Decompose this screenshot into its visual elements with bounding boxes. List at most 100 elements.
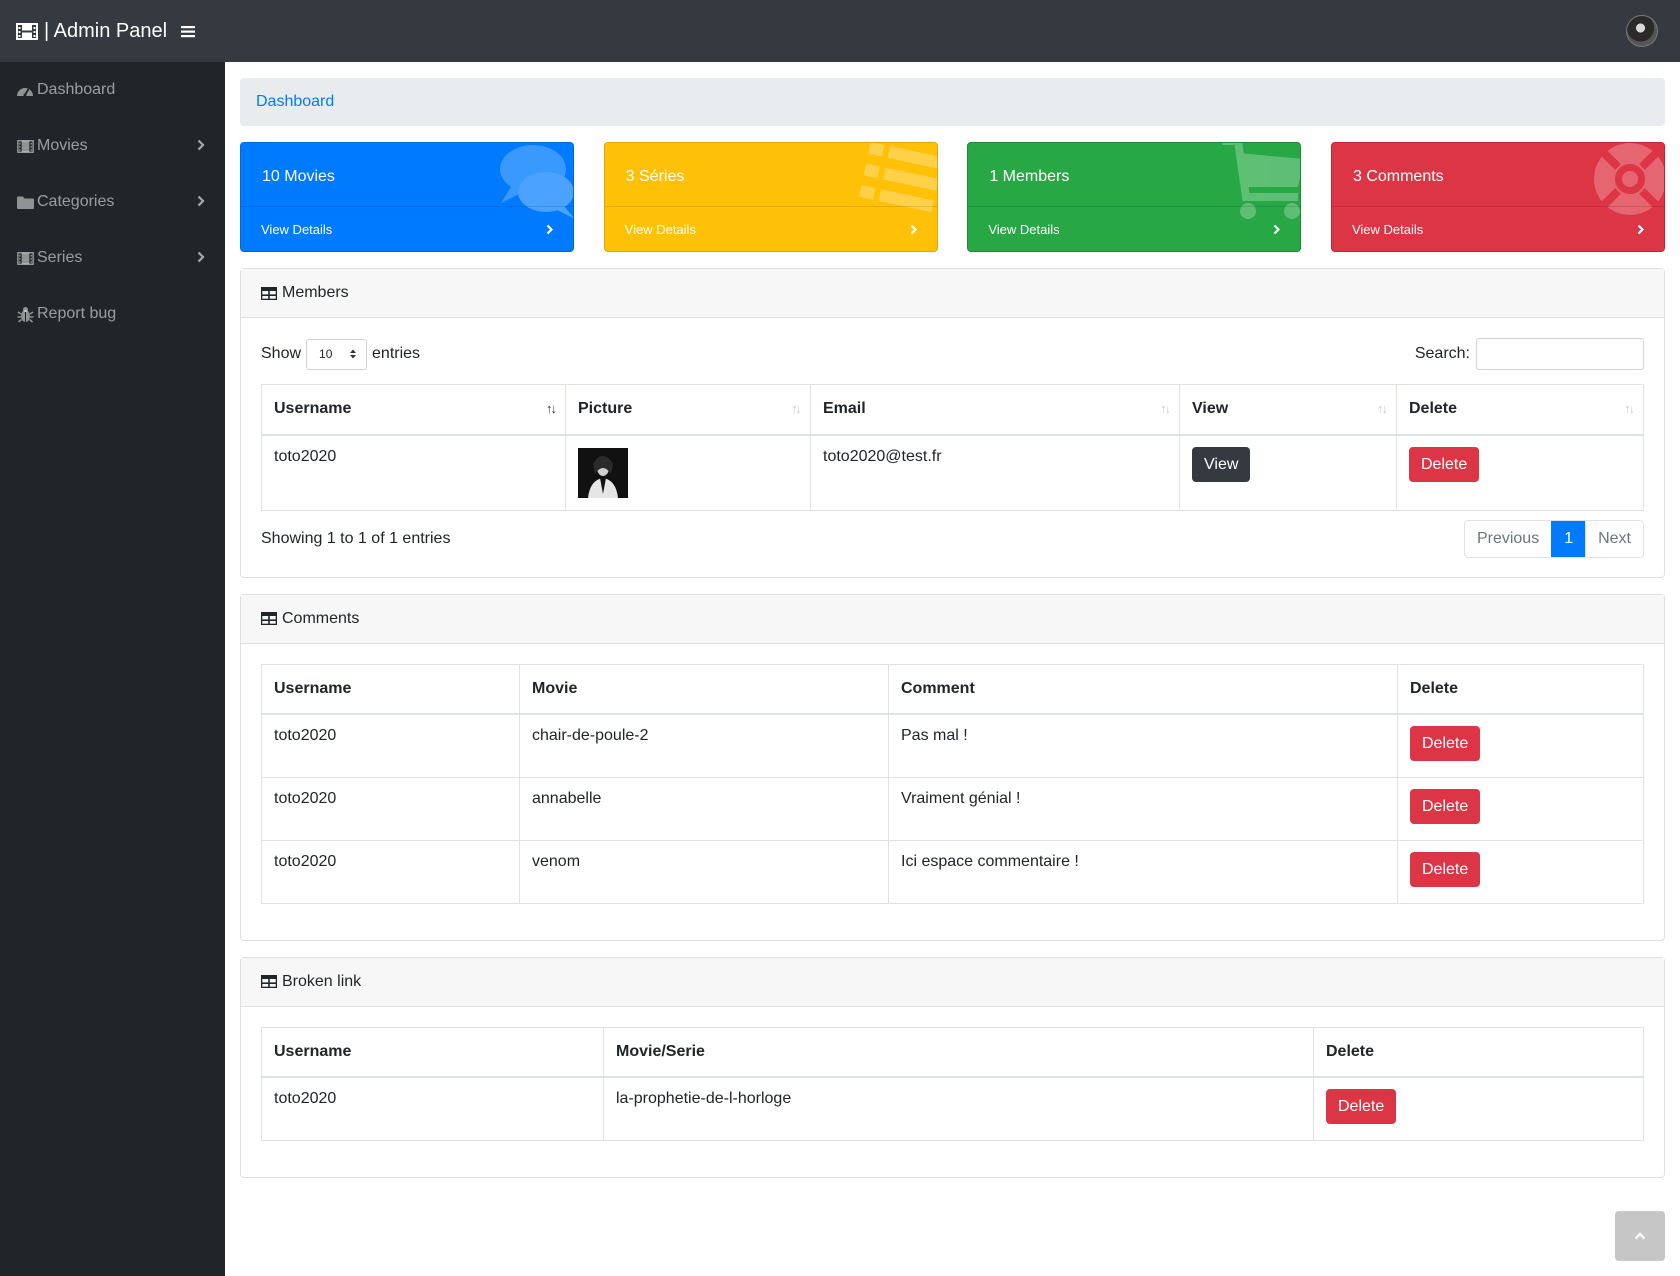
broken-link-panel-header: Broken link	[241, 957, 1664, 1007]
delete-cell: Delete	[1396, 434, 1644, 511]
comment-cell: Pas mal !	[888, 713, 1398, 778]
column-header[interactable]: Username ↑↓	[261, 384, 566, 436]
sidebar-item-label: Report bug	[37, 305, 117, 322]
sidebar-item-label: Series	[37, 249, 83, 266]
pagination-previous[interactable]: Previous	[1465, 521, 1551, 557]
entries-label: entries	[372, 345, 421, 362]
delete-button[interactable]: Delete	[1410, 851, 1481, 887]
search-input[interactable]	[1476, 338, 1644, 370]
delete-cell: Delete	[1313, 1076, 1644, 1141]
members-view-details-link[interactable]: View Details	[968, 206, 1301, 251]
folder-icon	[16, 193, 34, 211]
chevron-right-icon	[910, 223, 917, 238]
members-panel: Members Show 10 entries Search: Username…	[240, 268, 1665, 578]
column-header-label: View	[1192, 400, 1229, 418]
column-header: Username	[261, 663, 520, 715]
column-header: Comment	[888, 663, 1398, 715]
view-button[interactable]: View	[1192, 446, 1251, 482]
series-view-details-link[interactable]: View Details	[604, 206, 937, 251]
sidebar-item-label: Movies	[37, 137, 88, 154]
search-label: Search:	[1414, 345, 1470, 362]
view-details-label: View Details	[1351, 221, 1424, 237]
delete-button[interactable]: Delete	[1410, 788, 1481, 824]
members-card: 1 Members View Details	[967, 142, 1302, 252]
brand[interactable]: | Admin Panel	[16, 20, 167, 43]
view-details-label: View Details	[261, 221, 333, 237]
chevron-up-icon	[1634, 1227, 1646, 1245]
table-icon	[261, 612, 277, 625]
scroll-to-top-button[interactable]	[1615, 1211, 1665, 1261]
comments-panel: Comments Username Movie Comment Delete t…	[240, 593, 1665, 941]
tachometer-icon	[16, 81, 34, 99]
column-header-label: Delete	[1409, 400, 1458, 418]
chevron-right-icon	[197, 194, 205, 212]
pagination: Previous 1 Next	[1463, 519, 1644, 558]
table-row: toto2020 la-prophetie-de-l-horloge Delet…	[261, 1076, 1644, 1141]
comments-view-details-link[interactable]: View Details	[1331, 206, 1664, 251]
delete-cell: Delete	[1397, 776, 1644, 841]
table-row: toto2020 chair-de-poule-2 Pas mal ! Dele…	[261, 713, 1644, 778]
username-cell: toto2020	[261, 434, 566, 511]
column-header: Movie	[519, 663, 889, 715]
username-cell: toto2020	[261, 839, 520, 904]
delete-button[interactable]: Delete	[1409, 446, 1480, 482]
chevron-right-icon	[546, 223, 554, 238]
series-card: 3 Séries View Details	[603, 142, 938, 252]
broken-link-panel: Broken link Username Movie/Serie Delete …	[240, 956, 1665, 1178]
chevron-right-icon	[1637, 223, 1645, 238]
table-row: toto2020 toto2020@test.fr View Delete	[261, 434, 1644, 511]
page-length-value: 10	[319, 347, 333, 361]
user-avatar[interactable]	[1626, 15, 1658, 47]
pagination-next[interactable]: Next	[1585, 520, 1643, 557]
breadcrumb-dashboard-link[interactable]: Dashboard	[256, 93, 334, 111]
view-details-label: View Details	[988, 221, 1060, 237]
column-header[interactable]: Email ↑↓	[810, 384, 1180, 436]
members-panel-title: Members	[282, 284, 349, 301]
delete-cell: Delete	[1397, 713, 1644, 778]
select-arrows-icon	[349, 348, 357, 363]
breadcrumb: Dashboard	[240, 78, 1665, 126]
column-header[interactable]: Picture ↑↓	[565, 384, 811, 436]
column-header: Username	[261, 1026, 604, 1078]
view-cell: View	[1179, 434, 1397, 511]
chevron-right-icon	[1273, 223, 1281, 238]
sidebar-item-label: Dashboard	[37, 81, 116, 98]
sidebar-item-label: Categories	[37, 193, 115, 210]
sidebar-item-report-bug[interactable]: Report bug	[0, 286, 225, 342]
movie-cell: chair-de-poule-2	[519, 713, 889, 778]
film-icon	[16, 249, 34, 267]
delete-button[interactable]: Delete	[1410, 726, 1481, 762]
comments-card: 3 Comments View Details	[1330, 142, 1665, 252]
column-header-label: Picture	[578, 400, 633, 418]
members-table: Username ↑↓ Picture ↑↓ Email ↑↓ View ↑↓ Dele…	[261, 384, 1644, 511]
movies-count: 10 Movies	[262, 168, 335, 185]
email-cell: toto2020@test.fr	[810, 434, 1180, 511]
movies-card: 10 Movies View Details	[240, 142, 574, 252]
member-picture	[578, 447, 628, 498]
picture-cell	[565, 434, 811, 511]
comments-panel-header: Comments	[241, 594, 1664, 644]
delete-button[interactable]: Delete	[1326, 1089, 1397, 1125]
table-icon	[261, 286, 277, 300]
movie-cell: venom	[519, 839, 889, 904]
sidebar-item-categories[interactable]: Categories	[0, 174, 225, 230]
movies-view-details-link[interactable]: View Details	[241, 206, 573, 251]
column-header[interactable]: View ↑↓	[1179, 384, 1397, 436]
menu-toggle-icon[interactable]	[181, 25, 196, 38]
sidebar-item-movies[interactable]: Movies	[0, 118, 225, 174]
column-header: Movie/Serie	[603, 1026, 1314, 1078]
column-header[interactable]: Delete ↑↓	[1396, 384, 1644, 436]
broken-link-panel-title: Broken link	[282, 972, 362, 990]
movie-serie-cell: la-prophetie-de-l-horloge	[603, 1076, 1314, 1141]
stat-cards: 10 Movies View Details 3 Séries View Det…	[240, 142, 1665, 252]
column-header-label: Email	[823, 400, 866, 418]
page-length-select[interactable]: 10	[306, 338, 368, 370]
film-icon	[16, 137, 34, 155]
film-icon	[16, 22, 38, 40]
pagination-page-1[interactable]: 1	[1551, 520, 1586, 557]
sidebar-item-dashboard[interactable]: Dashboard	[0, 62, 225, 118]
sidebar-item-series[interactable]: Series	[0, 230, 225, 286]
chevron-right-icon	[197, 138, 205, 156]
column-header: Delete	[1313, 1026, 1644, 1078]
table-info: Showing 1 to 1 of 1 entries	[261, 529, 451, 547]
